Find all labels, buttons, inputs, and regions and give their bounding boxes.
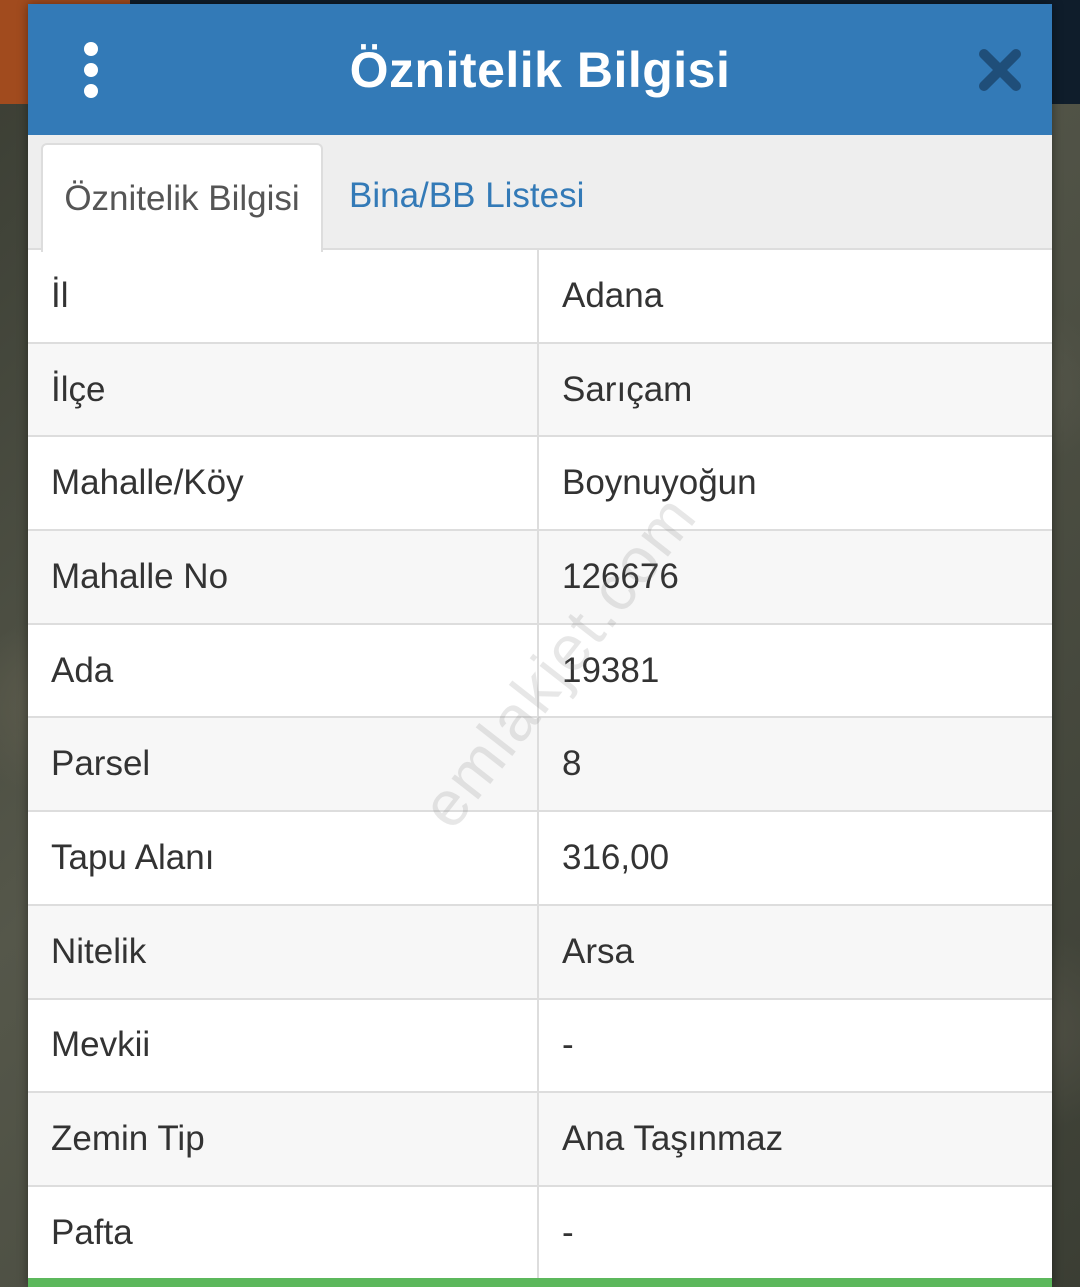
close-icon[interactable]: [978, 48, 1022, 92]
attribute-key: İlçe: [28, 342, 539, 438]
attribute-value: 316,00: [538, 811, 1052, 906]
table-row: Nitelik Arsa: [28, 904, 1052, 1000]
attribute-value: -: [538, 1185, 1052, 1281]
attribute-value: Ana Taşınmaz: [538, 1092, 1052, 1187]
table-row: Parsel 8: [28, 717, 1052, 813]
table-row: Tapu Alanı 316,00: [28, 811, 1052, 906]
attribute-key: Pafta: [28, 1185, 539, 1281]
attribute-info-dialog: Öznitelik Bilgisi Öznitelik Bilgisi Bina…: [28, 4, 1052, 1287]
attribute-value: Sarıçam: [538, 342, 1052, 438]
attribute-value: 8: [538, 717, 1052, 813]
tab-building-list[interactable]: Bina/BB Listesi: [349, 144, 584, 248]
table-row: İl Adana: [28, 250, 1052, 344]
attribute-value: Adana: [538, 250, 1052, 344]
more-vertical-icon[interactable]: [78, 42, 104, 98]
table-row: Zemin Tip Ana Taşınmaz: [28, 1092, 1052, 1187]
tab-attribute-info[interactable]: Öznitelik Bilgisi: [41, 143, 323, 252]
attribute-key: İl: [28, 250, 539, 344]
attribute-value: -: [538, 998, 1052, 1094]
dialog-title: Öznitelik Bilgisi: [349, 41, 731, 98]
table-row: Pafta -: [28, 1185, 1052, 1281]
footer-accent-bar: [28, 1278, 1052, 1287]
attribute-key: Parsel: [28, 717, 539, 813]
dialog-header: Öznitelik Bilgisi: [28, 4, 1052, 135]
attribute-key: Zemin Tip: [28, 1092, 539, 1187]
table-row: Mahalle No 126676: [28, 530, 1052, 625]
attribute-key: Mevkii: [28, 998, 539, 1094]
attribute-value: Arsa: [538, 904, 1052, 1000]
attribute-value: 126676: [538, 530, 1052, 625]
table-row: İlçe Sarıçam: [28, 342, 1052, 438]
attribute-key: Mahalle/Köy: [28, 436, 539, 532]
table-row: Mahalle/Köy Boynuyoğun: [28, 436, 1052, 532]
table-row: Ada 19381: [28, 623, 1052, 719]
attribute-key: Tapu Alanı: [28, 811, 539, 906]
attribute-value: Boynuyoğun: [538, 436, 1052, 532]
tab-bar: Öznitelik Bilgisi Bina/BB Listesi: [28, 135, 1052, 252]
table-row: Mevkii -: [28, 998, 1052, 1094]
attribute-key: Ada: [28, 623, 539, 719]
attribute-key: Mahalle No: [28, 530, 539, 625]
attribute-table: İl Adana İlçe Sarıçam Mahalle/Köy Boynuyoğun M…: [28, 250, 1052, 1281]
attribute-key: Nitelik: [28, 904, 539, 1000]
attribute-value: 19381: [538, 623, 1052, 719]
